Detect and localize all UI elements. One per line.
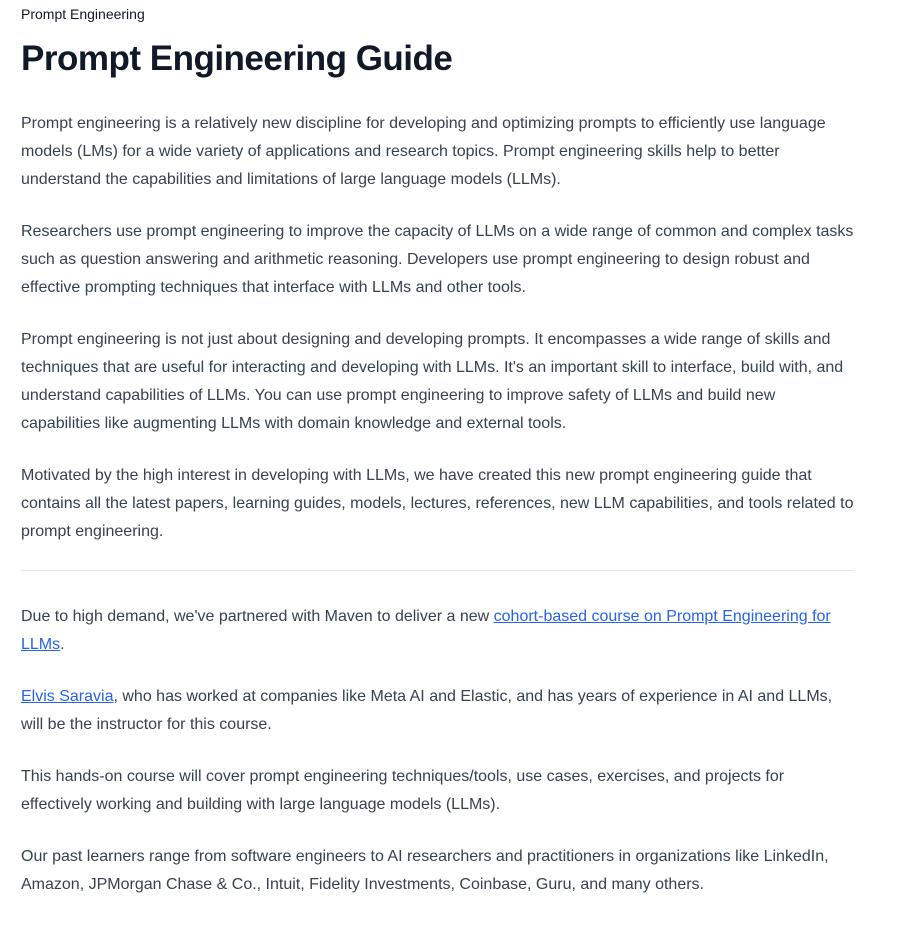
intro-paragraph-3: Prompt engineering is not just about des… [21,331,844,432]
breadcrumb[interactable]: Prompt Engineering [21,5,145,23]
page: Prompt Engineering Prompt Engineering Gu… [0,0,913,942]
learners-paragraph: Our past learners range from software en… [21,848,829,893]
instructor-text: , who has worked at companies like Meta … [21,688,833,733]
intro-paragraph-4: Motivated by the high interest in develo… [21,467,854,540]
intro-paragraph-2: Researchers use prompt engineering to im… [21,223,854,296]
section-divider [21,570,854,571]
instructor-link[interactable]: Elvis Saravia [21,688,113,705]
instructor-paragraph: Elvis Saravia, who has worked at compani… [21,683,856,739]
course-text: Due to high demand, we've partnered with… [21,608,494,625]
course-paragraph: Due to high demand, we've partnered with… [21,603,856,659]
course-text-end: . [60,636,65,653]
course-description-paragraph: This hands-on course will cover prompt e… [21,768,785,813]
page-title: Prompt Engineering Guide [21,39,453,78]
article-content: Prompt engineering is a relatively new d… [21,110,856,923]
intro-paragraph-1: Prompt engineering is a relatively new d… [21,115,826,188]
